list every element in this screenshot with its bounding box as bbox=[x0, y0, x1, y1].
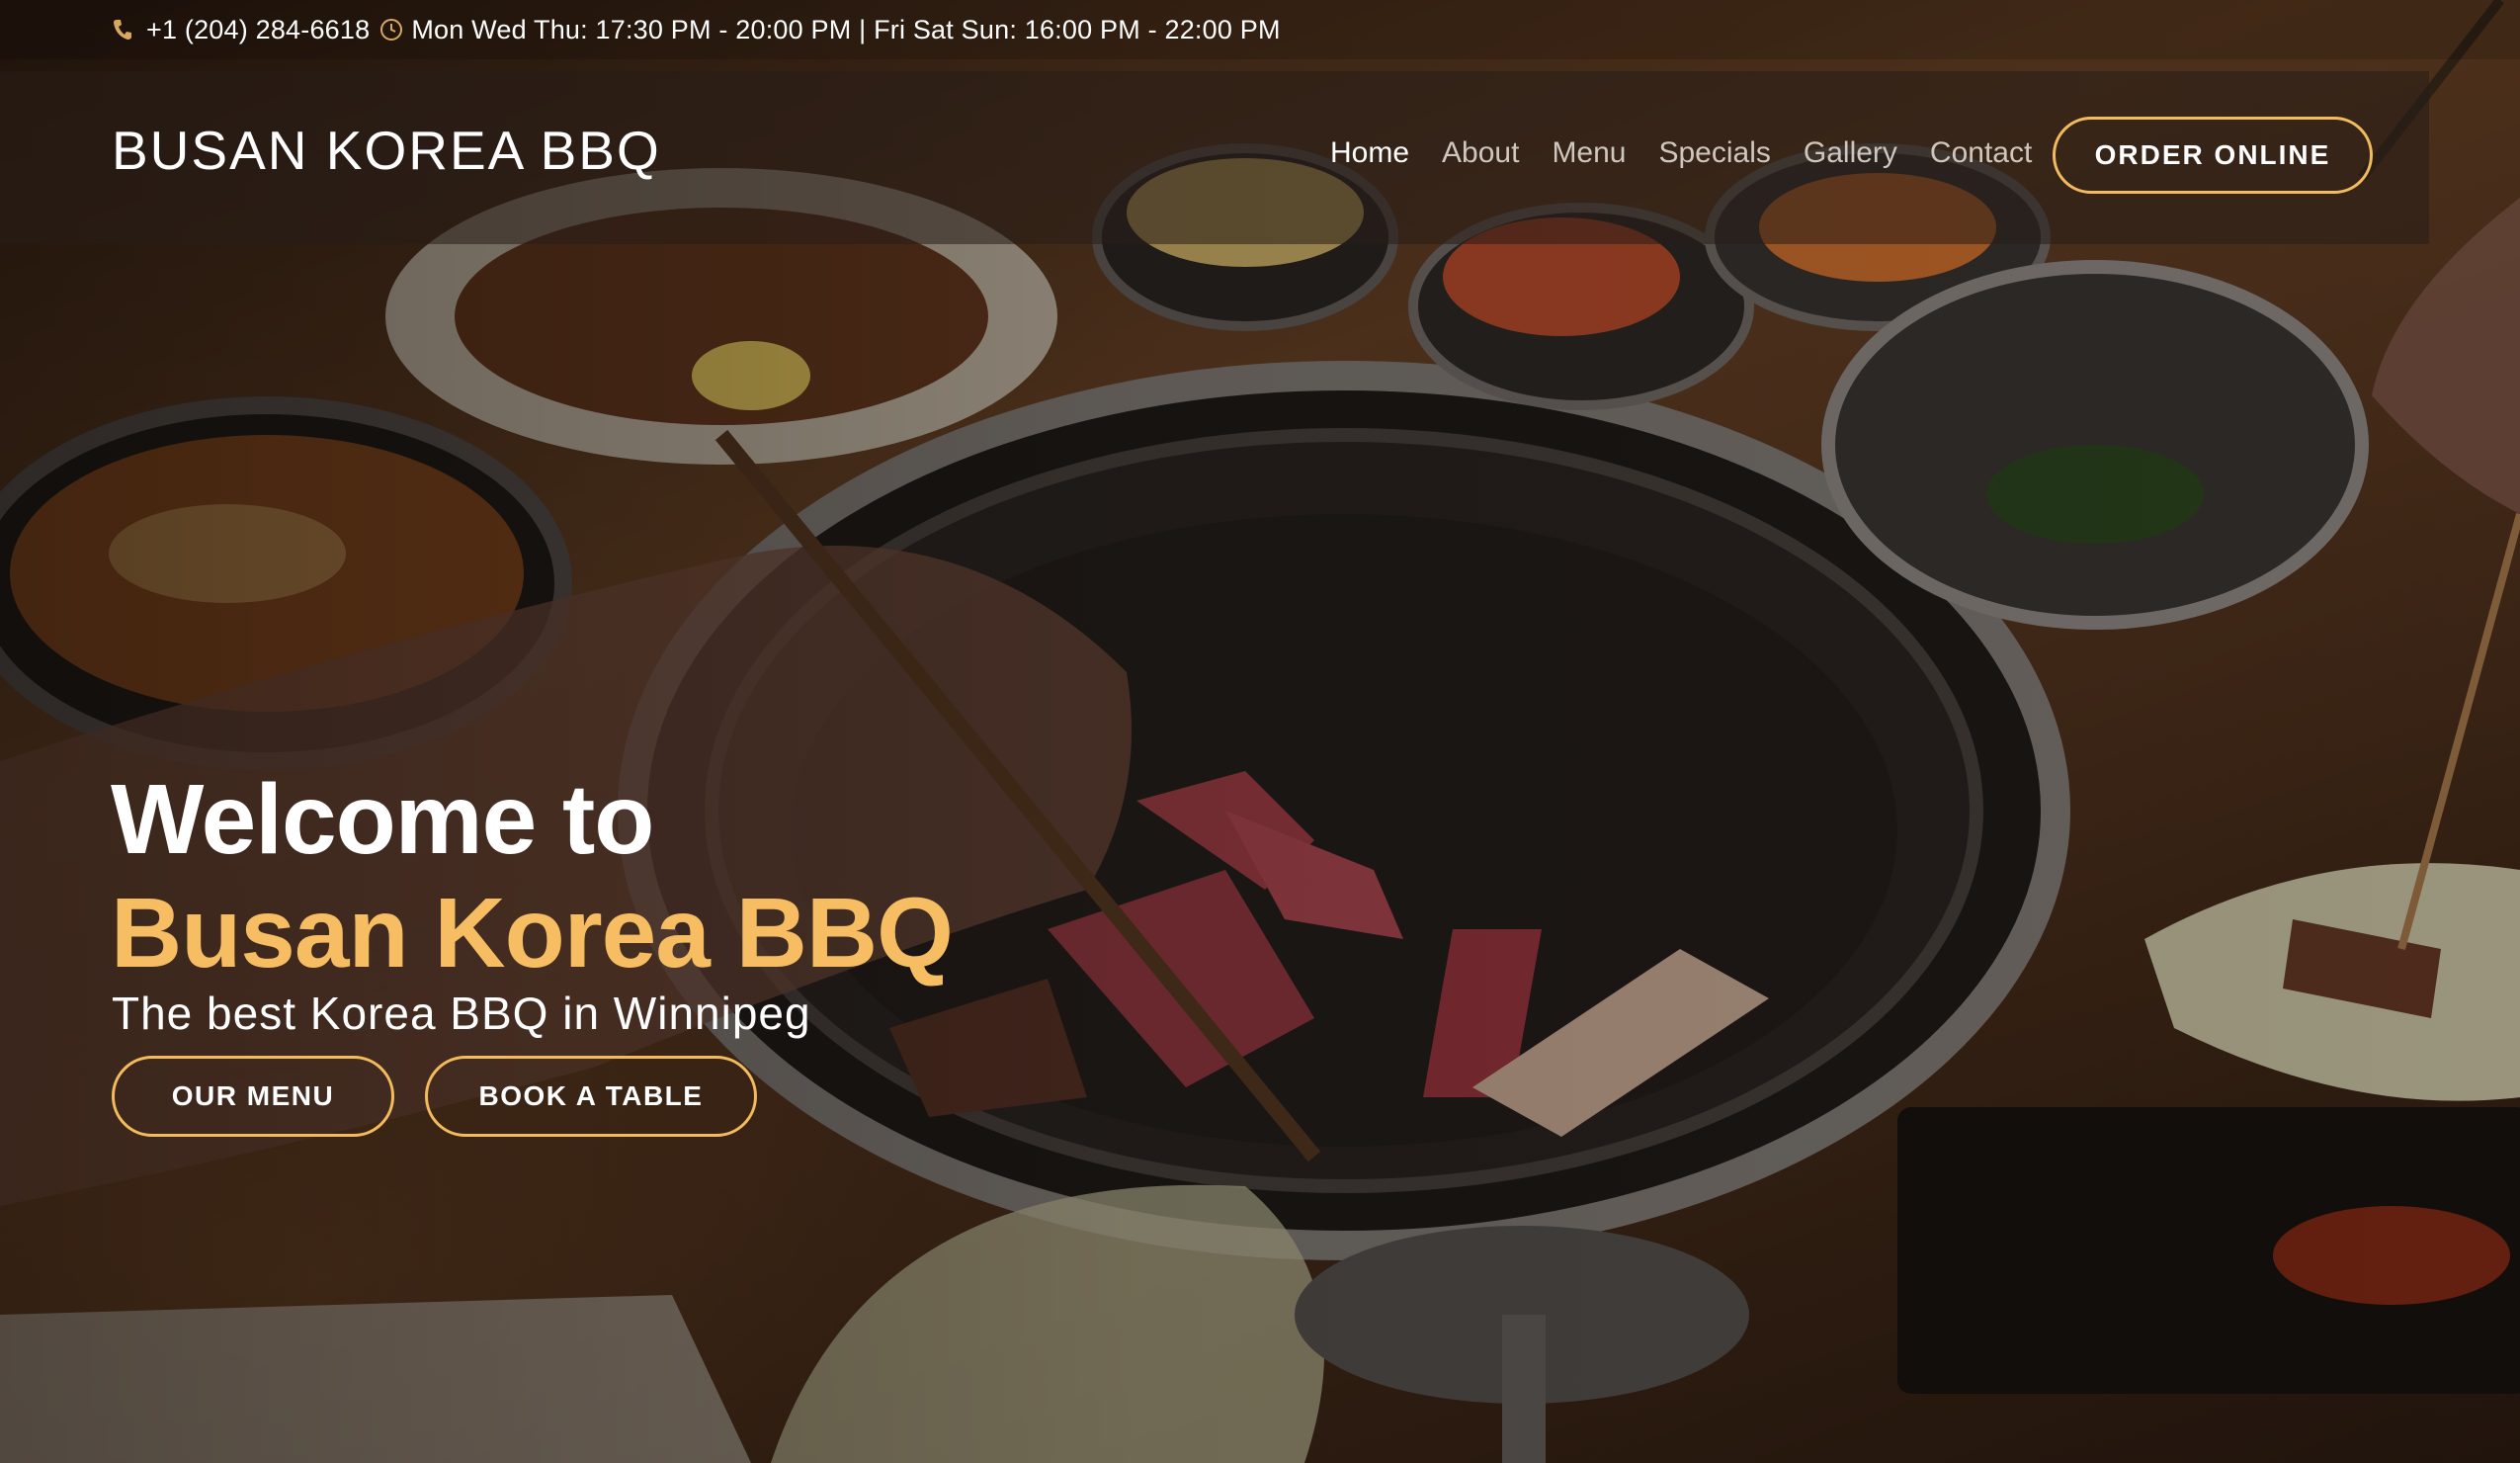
hero-subtitle: The best Korea BBQ in Winnipeg bbox=[112, 988, 811, 1039]
hero-title-line-2: Busan Korea BBQ bbox=[111, 878, 954, 989]
phone-number[interactable]: +1 (204) 284-6618 bbox=[146, 15, 370, 45]
nav-about[interactable]: About bbox=[1442, 136, 1519, 170]
page: +1 (204) 284-6618 Mon Wed Thu: 17:30 PM … bbox=[0, 0, 2520, 1463]
book-table-button[interactable]: BOOK A TABLE bbox=[425, 1056, 757, 1137]
top-info-bar: +1 (204) 284-6618 Mon Wed Thu: 17:30 PM … bbox=[0, 0, 2520, 59]
phone-icon bbox=[113, 19, 132, 41]
nav-gallery[interactable]: Gallery bbox=[1804, 136, 1897, 170]
main-nav: Home About Menu Specials Gallery Contact bbox=[1330, 136, 2032, 170]
hero-title-line-1: Welcome to bbox=[111, 764, 654, 875]
order-online-button[interactable]: ORDER ONLINE bbox=[2053, 117, 2373, 194]
clock-icon bbox=[379, 18, 403, 42]
nav-menu[interactable]: Menu bbox=[1552, 136, 1626, 170]
our-menu-button[interactable]: OUR MENU bbox=[112, 1056, 394, 1137]
site-logo[interactable]: BUSAN KOREA BBQ bbox=[112, 119, 661, 182]
nav-specials[interactable]: Specials bbox=[1658, 136, 1770, 170]
opening-hours: Mon Wed Thu: 17:30 PM - 20:00 PM | Fri S… bbox=[411, 14, 1281, 44]
nav-home[interactable]: Home bbox=[1330, 136, 1409, 170]
site-header: BUSAN KOREA BBQ Home About Menu Specials… bbox=[0, 71, 2429, 244]
nav-contact[interactable]: Contact bbox=[1930, 136, 2032, 170]
